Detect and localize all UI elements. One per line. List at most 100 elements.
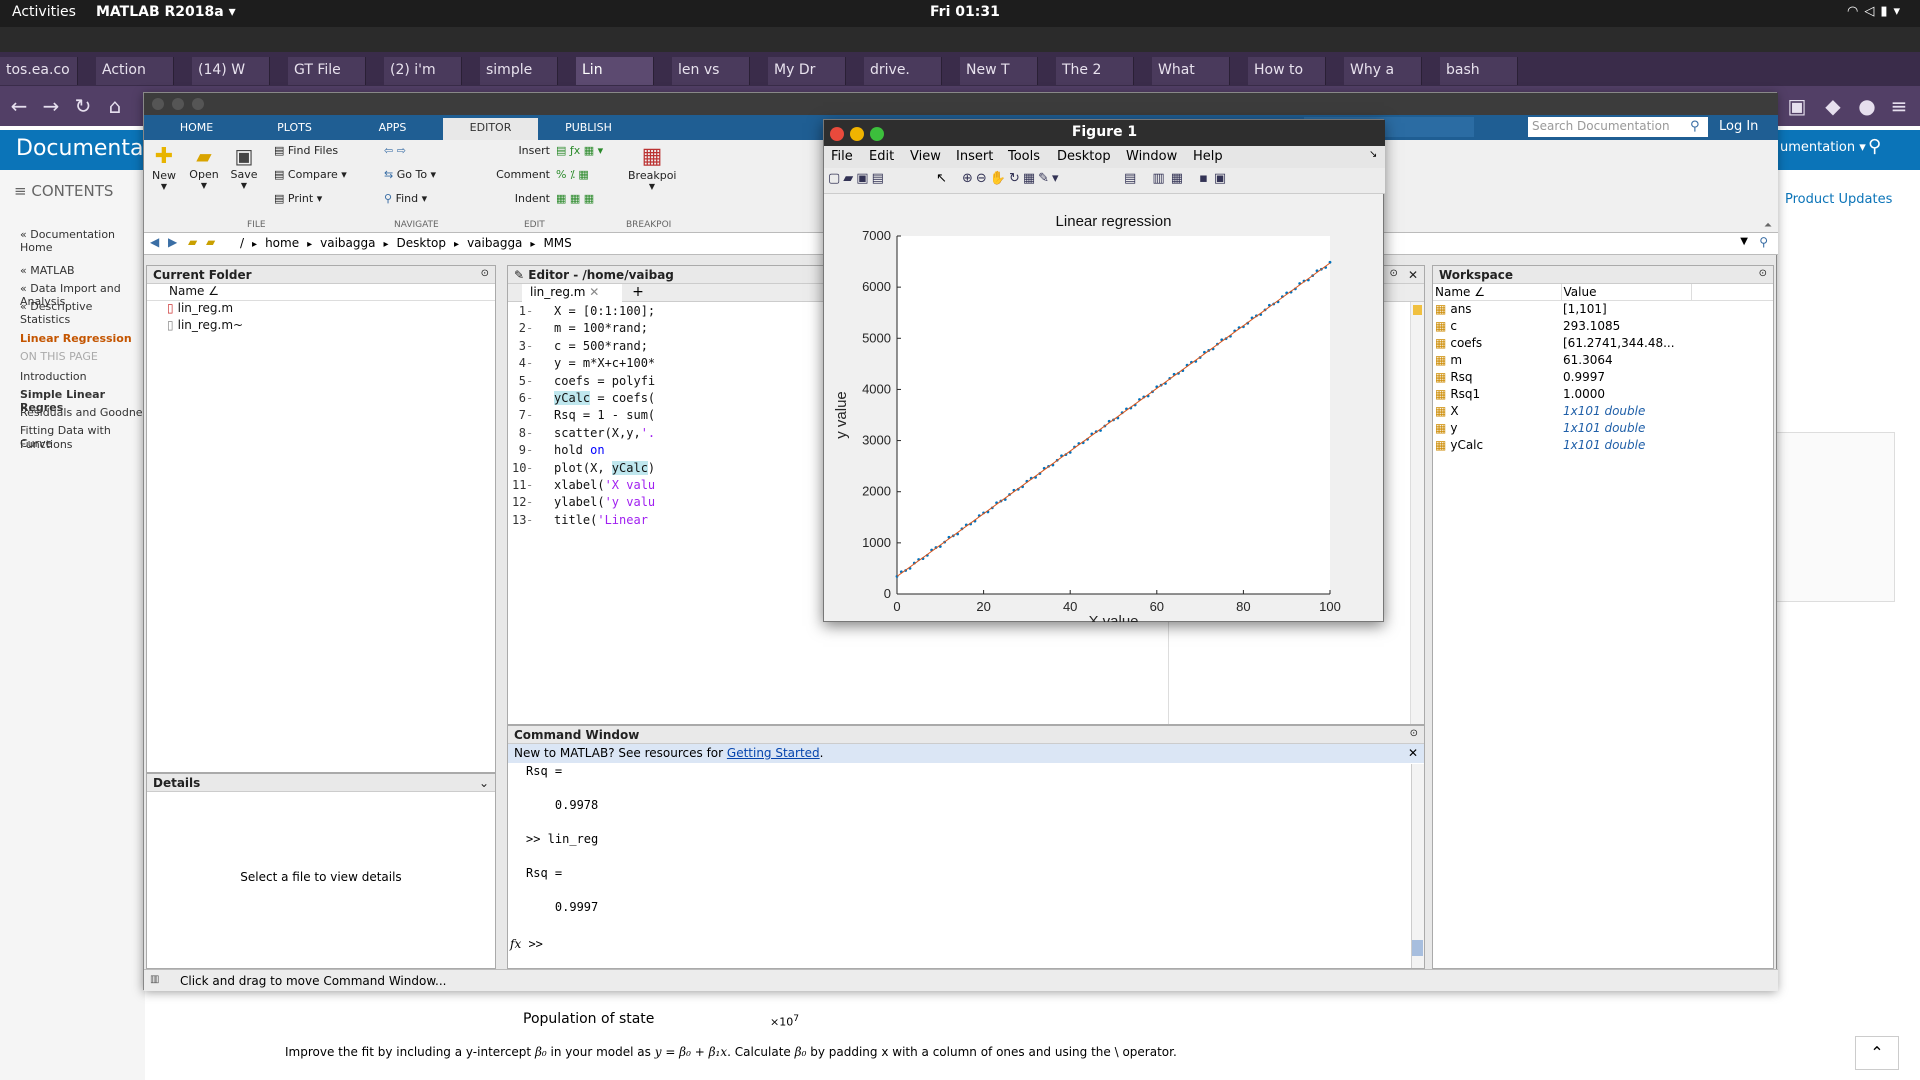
breakpoints-button[interactable]: ▦ Breakpoi ▼ bbox=[628, 144, 676, 191]
find-files-button[interactable]: ▤ Find Files bbox=[274, 144, 338, 157]
home-icon[interactable]: ⌂ bbox=[102, 94, 128, 120]
doc-sidebar-item[interactable]: Linear Regression bbox=[20, 332, 132, 345]
breadcrumb-item[interactable]: Desktop bbox=[397, 236, 447, 250]
contents-toggle[interactable]: ≡ CONTENTS bbox=[14, 182, 113, 200]
close-icon[interactable] bbox=[830, 127, 844, 141]
line-number[interactable]: 2 bbox=[512, 321, 526, 335]
figure-menu-edit[interactable]: Edit bbox=[869, 149, 894, 164]
new-button[interactable]: ✚ New ▼ bbox=[150, 144, 178, 191]
panel-menu-icon[interactable]: ⊙ bbox=[1759, 268, 1767, 279]
workspace-row[interactable]: ▦ yCalc 1x101 double bbox=[1433, 437, 1773, 454]
panel-menu-icon[interactable]: ⊙ bbox=[1410, 728, 1418, 739]
figure-titlebar[interactable]: Figure 1 bbox=[824, 120, 1385, 146]
dock-icon[interactable]: ↘ bbox=[1369, 149, 1377, 160]
breadcrumb-item[interactable]: MMS bbox=[543, 236, 571, 250]
extension-icon[interactable]: ● bbox=[1854, 94, 1880, 120]
figure-toolbar-panel-icons[interactable]: ▤ ▥▦ ▪▣ bbox=[1124, 171, 1232, 186]
extension-icon[interactable]: ◆ bbox=[1820, 94, 1846, 120]
search-icon[interactable]: ⚲ bbox=[1690, 119, 1700, 134]
breadcrumb-item[interactable]: home bbox=[265, 236, 299, 250]
extension-icon[interactable]: ▣ bbox=[1784, 94, 1810, 120]
menu-icon[interactable]: ≡ bbox=[1886, 94, 1912, 120]
browser-tab[interactable]: The 2 bbox=[1056, 57, 1134, 85]
toolstrip-tab-apps[interactable]: APPS bbox=[345, 118, 440, 140]
compare-button[interactable]: ▤ Compare ▾ bbox=[274, 168, 347, 181]
line-number[interactable]: 1 bbox=[512, 304, 526, 318]
scrollbar-thumb[interactable] bbox=[1412, 940, 1423, 956]
line-number[interactable]: 4 bbox=[512, 356, 526, 370]
documentation-menu[interactable]: umentation ▾ bbox=[1780, 140, 1866, 155]
figure-toolbar-file-icons[interactable]: ▢▰▣▤ bbox=[828, 171, 887, 186]
workspace-row[interactable]: ▦ y 1x101 double bbox=[1433, 420, 1773, 437]
browser-tab[interactable]: Action bbox=[96, 57, 174, 85]
editor-message-bar[interactable] bbox=[1410, 302, 1424, 724]
file-item[interactable]: ▯ lin_reg.m~ bbox=[147, 318, 495, 335]
column-header-value[interactable]: Value bbox=[1561, 284, 1692, 301]
navigate-back-forward[interactable]: ⇦ ⇨ bbox=[384, 144, 406, 157]
product-updates-link[interactable]: Product Updates bbox=[1785, 192, 1892, 207]
column-header-name[interactable]: Name ∠ bbox=[147, 284, 495, 301]
browse-folder-icon[interactable]: ▰ bbox=[206, 235, 215, 249]
scroll-to-top-button[interactable]: ⌃ bbox=[1855, 1036, 1899, 1070]
figure-menu-help[interactable]: Help bbox=[1193, 149, 1223, 164]
doc-sidebar-item[interactable]: « Descriptive Statistics bbox=[20, 300, 145, 326]
line-number[interactable]: 5 bbox=[512, 374, 526, 388]
breadcrumb-item[interactable]: / bbox=[240, 236, 244, 250]
browser-tab[interactable]: len vs bbox=[672, 57, 750, 85]
line-number[interactable]: 3 bbox=[512, 339, 526, 353]
up-folder-icon[interactable]: ▰ bbox=[188, 235, 197, 249]
reload-icon[interactable]: ↻ bbox=[70, 94, 96, 120]
figure-menu-desktop[interactable]: Desktop bbox=[1057, 149, 1111, 164]
workspace-row[interactable]: ▦ X 1x101 double bbox=[1433, 403, 1773, 420]
chevron-down-icon[interactable]: ▼ bbox=[1740, 236, 1748, 247]
toolstrip-tab-publish[interactable]: PUBLISH bbox=[541, 118, 636, 140]
browser-tab[interactable]: (14) W bbox=[192, 57, 270, 85]
figure-menu-window[interactable]: Window bbox=[1126, 149, 1177, 164]
browser-tab[interactable]: drive. bbox=[864, 57, 942, 85]
browser-tab[interactable]: (2) i'm bbox=[384, 57, 462, 85]
app-menu[interactable]: MATLAB R2018a ▾ bbox=[96, 4, 236, 20]
line-number[interactable]: 7 bbox=[512, 408, 526, 422]
forward-icon[interactable]: → bbox=[38, 94, 64, 120]
go-to-button[interactable]: ⇆ Go To ▾ bbox=[384, 168, 436, 181]
back-icon[interactable]: ← bbox=[6, 94, 32, 120]
workspace-row[interactable]: ▦ Rsq1 1.0000 bbox=[1433, 386, 1773, 403]
save-button[interactable]: ▣ Save ▼ bbox=[228, 144, 260, 190]
close-icon[interactable]: ✕ bbox=[1408, 746, 1418, 760]
toolstrip-tab-plots[interactable]: PLOTS bbox=[247, 118, 342, 140]
scrollbar[interactable] bbox=[1411, 764, 1424, 968]
figure-menu-view[interactable]: View bbox=[910, 149, 941, 164]
browser-tab[interactable]: How to bbox=[1248, 57, 1326, 85]
system-tray[interactable]: ◠◁▮▾ bbox=[1847, 4, 1906, 19]
workspace-row[interactable]: ▦ m 61.3064 bbox=[1433, 352, 1773, 369]
editor-tab[interactable]: lin_reg.m ✕ bbox=[522, 284, 622, 302]
doc-sidebar-item[interactable]: Functions bbox=[20, 438, 73, 451]
browser-tab[interactable]: bash bbox=[1440, 57, 1518, 85]
line-number[interactable]: 9 bbox=[512, 443, 526, 457]
log-in-link[interactable]: Log In bbox=[1719, 119, 1758, 134]
figure-toolbar-zoom-icons[interactable]: ⊕⊖✋↻▦✎▾ bbox=[962, 171, 1062, 186]
breadcrumb-item[interactable]: vaibagga bbox=[320, 236, 375, 250]
column-header-name[interactable]: Name ∠ bbox=[1433, 284, 1562, 301]
print-button[interactable]: ▤ Print ▾ bbox=[274, 192, 322, 205]
indent-tools[interactable]: ▦ ▦ ▦ bbox=[556, 192, 594, 205]
browser-tab[interactable]: Why a bbox=[1344, 57, 1422, 85]
line-number[interactable]: 13 bbox=[512, 513, 526, 527]
file-item[interactable]: ▯ lin_reg.m bbox=[147, 301, 495, 318]
panel-menu-icon[interactable]: ⊙ bbox=[1390, 268, 1398, 279]
browser-tab[interactable]: Lin bbox=[576, 57, 654, 85]
forward-icon[interactable]: ▶ bbox=[168, 235, 177, 249]
open-button[interactable]: ▰ Open ▼ bbox=[188, 144, 220, 190]
minimize-icon[interactable] bbox=[172, 98, 184, 110]
toolstrip-tab-home[interactable]: HOME bbox=[149, 118, 244, 140]
line-number[interactable]: 8 bbox=[512, 426, 526, 440]
matlab-titlebar[interactable] bbox=[144, 93, 1778, 115]
insert-tools[interactable]: ▤ ƒx ▦ ▾ bbox=[556, 144, 603, 157]
browser-tab[interactable]: New T bbox=[960, 57, 1038, 85]
maximize-icon[interactable] bbox=[870, 127, 884, 141]
figure-menu-file[interactable]: File bbox=[831, 149, 853, 164]
line-number[interactable]: 12 bbox=[512, 495, 526, 509]
search-documentation-input[interactable]: Search Documentation bbox=[1528, 117, 1708, 137]
maximize-icon[interactable] bbox=[192, 98, 204, 110]
pointer-icon[interactable]: ↖ bbox=[936, 171, 947, 186]
